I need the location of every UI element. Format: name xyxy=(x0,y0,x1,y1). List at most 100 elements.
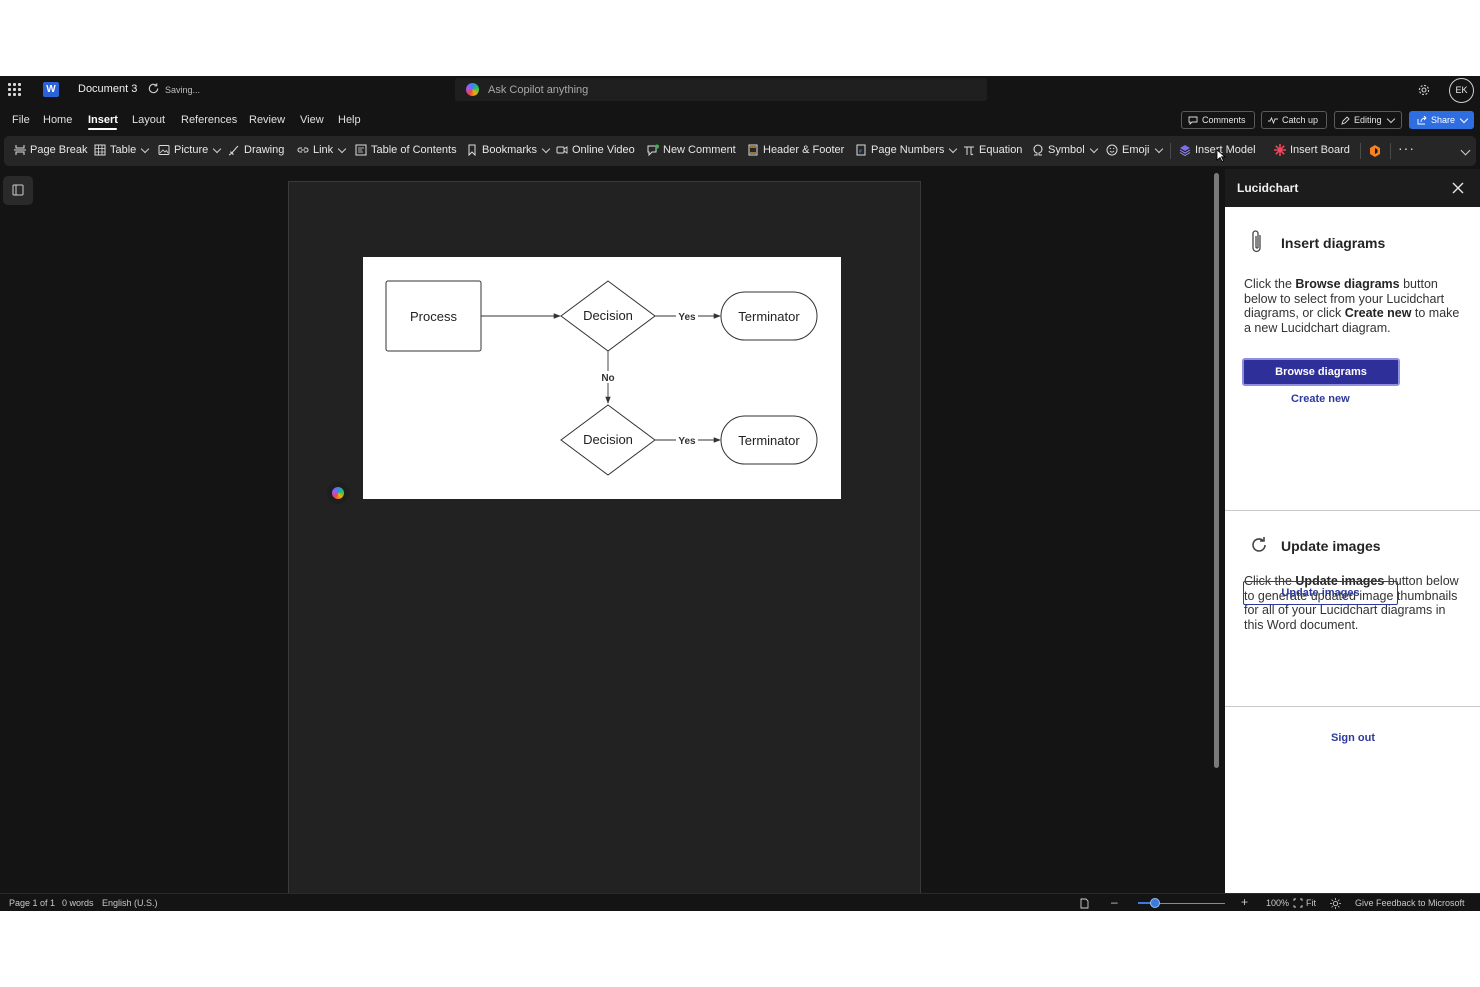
menu-layout[interactable]: Layout xyxy=(132,114,165,126)
emoji-button[interactable]: Emoji xyxy=(1106,144,1163,156)
comment-icon xyxy=(1188,116,1198,125)
copilot-inline-button[interactable] xyxy=(327,482,349,504)
bookmarks-button[interactable]: Bookmarks xyxy=(466,144,551,156)
comments-button[interactable]: Comments xyxy=(1181,111,1255,129)
zoom-slider-thumb[interactable] xyxy=(1150,898,1161,908)
decision-label-1: Decision xyxy=(583,308,633,323)
copilot-placeholder: Ask Copilot anything xyxy=(488,84,589,96)
drawing-label: Drawing xyxy=(244,144,285,156)
symbol-button[interactable]: Symbol xyxy=(1032,144,1098,156)
page-numbers-button[interactable]: # Page Numbers xyxy=(855,144,958,156)
fit-button[interactable]: Fit xyxy=(1306,898,1316,908)
give-feedback-link[interactable]: Give Feedback to Microsoft xyxy=(1355,898,1465,908)
chevron-down-icon xyxy=(213,144,222,153)
link-icon xyxy=(297,147,309,153)
catch-up-button[interactable]: Catch up xyxy=(1261,111,1327,129)
update-images-heading: Update images xyxy=(1281,538,1381,554)
menu-references[interactable]: References xyxy=(181,114,237,126)
yes-label-2: Yes xyxy=(678,436,696,447)
menu-view[interactable]: View xyxy=(300,114,324,126)
zoom-in-button[interactable]: + xyxy=(1241,895,1248,909)
menu-review[interactable]: Review xyxy=(249,114,285,126)
header-footer-button[interactable]: Header & Footer xyxy=(747,144,844,156)
picture-icon xyxy=(158,145,170,155)
table-button[interactable]: Table xyxy=(94,144,150,156)
settings-gear-icon[interactable] xyxy=(1417,83,1431,97)
saving-sync-icon xyxy=(148,83,159,94)
new-comment-label: New Comment xyxy=(663,144,736,156)
page-break-button[interactable]: Page Break xyxy=(14,144,87,156)
table-label: Table xyxy=(110,144,137,156)
process-label: Process xyxy=(410,309,457,324)
insert-diagrams-description: Click the Browse diagrams button below t… xyxy=(1244,277,1460,335)
chevron-down-icon xyxy=(541,144,551,153)
title-bar: W Document 3 Saving... Ask Copilot anyth… xyxy=(0,76,1480,104)
refresh-icon xyxy=(1252,537,1266,552)
page-break-icon xyxy=(14,145,26,155)
copilot-search-box[interactable]: Ask Copilot anything xyxy=(455,78,987,101)
insert-ribbon: Page Break Table Picture Drawing Link Ta… xyxy=(4,136,1476,166)
menu-file[interactable]: File xyxy=(12,114,30,126)
lucidchart-side-panel: Lucidchart Insert diagrams Click the Bro… xyxy=(1225,169,1480,893)
browse-diagrams-button[interactable]: Browse diagrams xyxy=(1242,358,1400,386)
table-of-contents-button[interactable]: Table of Contents xyxy=(355,144,457,156)
fit-icon xyxy=(1293,898,1303,908)
link-label: Link xyxy=(313,144,334,156)
table-icon xyxy=(94,144,106,156)
yes-label-1: Yes xyxy=(678,312,696,323)
drawing-button[interactable]: Drawing xyxy=(228,144,284,156)
panel-title: Lucidchart xyxy=(1237,181,1299,195)
page-count[interactable]: Page 1 of 1 xyxy=(9,898,55,908)
vertical-scrollbar[interactable] xyxy=(1214,173,1219,768)
copilot-icon xyxy=(332,487,344,499)
model-cube-icon xyxy=(1179,145,1191,156)
navigation-pane-button[interactable] xyxy=(3,176,33,205)
online-video-button[interactable]: Online Video xyxy=(556,144,635,156)
menu-insert[interactable]: Insert xyxy=(88,114,118,126)
menu-home[interactable]: Home xyxy=(43,114,72,126)
more-options-button[interactable]: ··· xyxy=(1398,140,1415,156)
page-numbers-label: Page Numbers xyxy=(871,144,945,156)
new-comment-icon xyxy=(647,144,659,156)
new-comment-button[interactable]: New Comment xyxy=(647,144,736,156)
ribbon-expand-chevron-icon[interactable] xyxy=(1460,145,1471,156)
editing-mode-button[interactable]: Editing xyxy=(1334,111,1402,129)
zoom-percent[interactable]: 100% xyxy=(1266,898,1289,908)
section-divider xyxy=(1225,510,1480,511)
language-indicator[interactable]: English (U.S.) xyxy=(102,898,158,908)
close-icon[interactable] xyxy=(1452,182,1464,194)
update-images-button[interactable]: Update images xyxy=(1243,581,1398,605)
table-of-contents-label: Table of Contents xyxy=(371,144,457,156)
board-star-icon xyxy=(1274,144,1286,156)
active-tab-indicator xyxy=(88,128,117,130)
lucidchart-diagram-image[interactable]: Process Decision Yes Terminator No Decis… xyxy=(363,257,841,499)
word-count[interactable]: 0 words xyxy=(62,898,94,908)
lucidchart-addin-icon[interactable] xyxy=(1368,144,1382,158)
svg-text:#: # xyxy=(859,149,862,155)
pi-equation-icon xyxy=(964,146,974,156)
terminator-label-2: Terminator xyxy=(738,433,800,448)
picture-button[interactable]: Picture xyxy=(158,144,222,156)
link-button[interactable]: Link xyxy=(297,144,347,156)
zoom-out-button[interactable]: – xyxy=(1111,895,1118,909)
document-title[interactable]: Document 3 xyxy=(78,83,137,95)
ribbon-divider xyxy=(1360,143,1361,159)
user-avatar[interactable]: EK xyxy=(1449,78,1474,103)
page-view-icon[interactable] xyxy=(1080,898,1089,909)
chevron-down-icon xyxy=(1459,114,1469,123)
share-button[interactable]: Share xyxy=(1409,111,1474,129)
navigation-pane-icon xyxy=(12,184,24,196)
sign-out-link[interactable]: Sign out xyxy=(1331,732,1375,744)
equation-button[interactable]: Equation xyxy=(963,144,1022,156)
bookmark-icon xyxy=(468,144,476,156)
page-numbers-icon: # xyxy=(856,144,866,156)
pencil-icon xyxy=(1341,115,1350,125)
app-launcher-icon[interactable] xyxy=(8,83,21,96)
header-footer-label: Header & Footer xyxy=(763,144,845,156)
create-new-link[interactable]: Create new xyxy=(1291,393,1350,405)
insert-board-button[interactable]: Insert Board xyxy=(1274,144,1350,156)
menu-help[interactable]: Help xyxy=(338,114,361,126)
copilot-icon xyxy=(466,83,479,96)
chevron-down-icon xyxy=(1154,144,1163,153)
terminator-label-1: Terminator xyxy=(738,309,800,324)
